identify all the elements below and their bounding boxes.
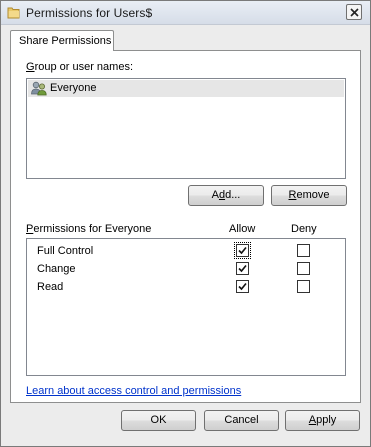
checkmark-icon — [238, 264, 247, 273]
tab-share-permissions[interactable]: Share Permissions — [10, 30, 114, 51]
allow-read-checkbox[interactable] — [236, 280, 249, 293]
title-bar[interactable]: Permissions for Users$ — [1, 1, 370, 25]
permission-row-read: Read — [27, 278, 345, 296]
learn-about-access-control-link[interactable]: Learn about access control and permissio… — [26, 385, 241, 397]
group-or-user-names-label: Group or user names: — [26, 61, 133, 73]
share-permissions-panel: Group or user names: Everyone Add... Rem… — [10, 50, 361, 403]
permission-row-full-control: Full Control — [27, 242, 345, 260]
allow-column-header: Allow — [229, 223, 256, 235]
checkmark-icon — [238, 282, 247, 291]
checkmark-icon — [238, 246, 247, 255]
permission-row-change: Change — [27, 260, 345, 278]
apply-button[interactable]: Apply — [285, 410, 360, 431]
deny-change-checkbox[interactable] — [297, 262, 310, 275]
deny-full-control-checkbox[interactable] — [297, 244, 310, 257]
list-item-label: Everyone — [50, 82, 97, 94]
permissions-list: Full Control Change Read — [26, 238, 346, 376]
deny-column-header: Deny — [291, 223, 317, 235]
window-title: Permissions for Users$ — [26, 6, 153, 20]
ok-button[interactable]: OK — [121, 410, 196, 431]
close-icon — [350, 8, 359, 17]
permissions-for-label: Permissions for Everyone — [26, 223, 152, 235]
deny-read-checkbox[interactable] — [297, 280, 310, 293]
cancel-button[interactable]: Cancel — [204, 410, 279, 431]
group-user-list[interactable]: Everyone — [26, 78, 346, 179]
allow-change-checkbox[interactable] — [236, 262, 249, 275]
remove-button[interactable]: Remove — [271, 185, 347, 206]
tab-label: Share Permissions — [19, 35, 112, 47]
permission-name: Read — [37, 281, 64, 293]
folder-icon — [7, 6, 21, 19]
add-button[interactable]: Add... — [188, 185, 264, 206]
permission-name: Change — [37, 263, 76, 275]
users-icon — [31, 81, 47, 99]
allow-full-control-checkbox[interactable] — [234, 242, 251, 259]
permission-name: Full Control — [37, 245, 94, 257]
permissions-dialog: Permissions for Users$ Share Permissions… — [0, 0, 371, 447]
close-button[interactable] — [346, 4, 362, 20]
list-item-everyone[interactable]: Everyone — [28, 80, 344, 97]
